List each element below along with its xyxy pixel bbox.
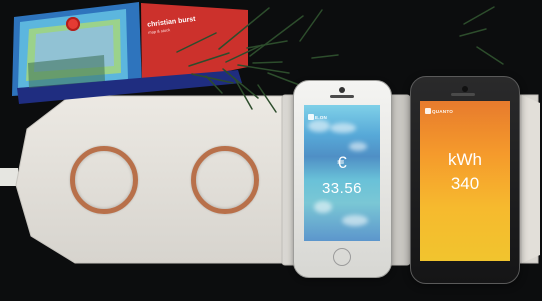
tile-icon [425, 108, 431, 114]
speaker [330, 95, 354, 98]
black-phone: QUANTO kWh 340 [410, 76, 520, 284]
book: christian burst map & stock [2, 0, 248, 118]
amount-value: 33.56 [321, 180, 363, 197]
speaker [451, 93, 475, 96]
camera-icon [462, 86, 468, 92]
black-phone-screen: QUANTO kWh 340 [420, 101, 510, 261]
home-button[interactable] [333, 248, 351, 266]
white-phone-status-label: e.ON [315, 115, 328, 120]
charging-coil-left [70, 146, 138, 214]
photo-scene: christian burst map & stock E.ON € 33.56… [0, 0, 542, 301]
energy-unit: kWh [448, 150, 482, 169]
tile-icon [308, 114, 314, 120]
black-phone-status-label: QUANTO [432, 109, 454, 114]
white-phone-screen: e.ON € 33.56 [304, 105, 380, 241]
currency-symbol: € [337, 153, 347, 172]
camera-icon [339, 87, 345, 93]
charging-coil-right [191, 146, 259, 214]
badge-icon [66, 17, 80, 31]
white-phone: e.ON € 33.56 [293, 80, 392, 278]
energy-value: 340 [450, 174, 480, 193]
